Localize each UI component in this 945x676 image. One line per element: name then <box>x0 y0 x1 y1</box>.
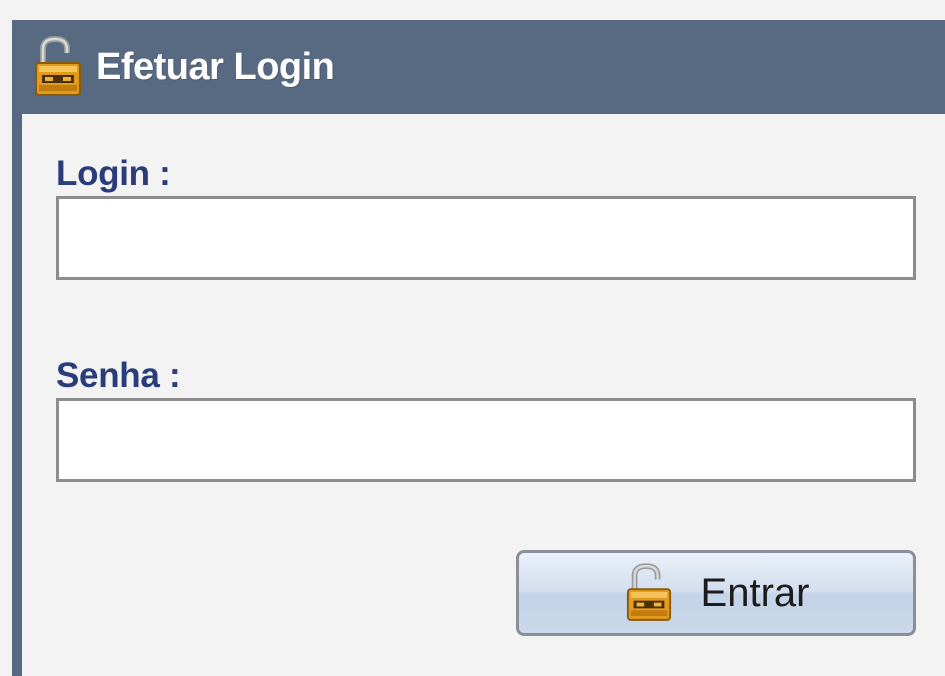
entrar-button[interactable]: Entrar <box>516 550 916 636</box>
senha-label: Senha : <box>56 356 181 395</box>
entrar-button-label: Entrar <box>700 570 810 615</box>
senha-input[interactable] <box>56 398 916 482</box>
panel-titlebar: Efetuar Login <box>22 20 945 114</box>
login-label: Login : <box>56 154 171 193</box>
login-panel: Efetuar Login Login : Senha : Entrar <box>12 20 945 676</box>
login-input[interactable] <box>56 196 916 280</box>
panel-title: Efetuar Login <box>96 45 335 88</box>
login-page: Efetuar Login Login : Senha : Entrar <box>0 0 945 676</box>
padlock-open-icon <box>30 32 86 102</box>
padlock-open-icon <box>623 560 675 626</box>
